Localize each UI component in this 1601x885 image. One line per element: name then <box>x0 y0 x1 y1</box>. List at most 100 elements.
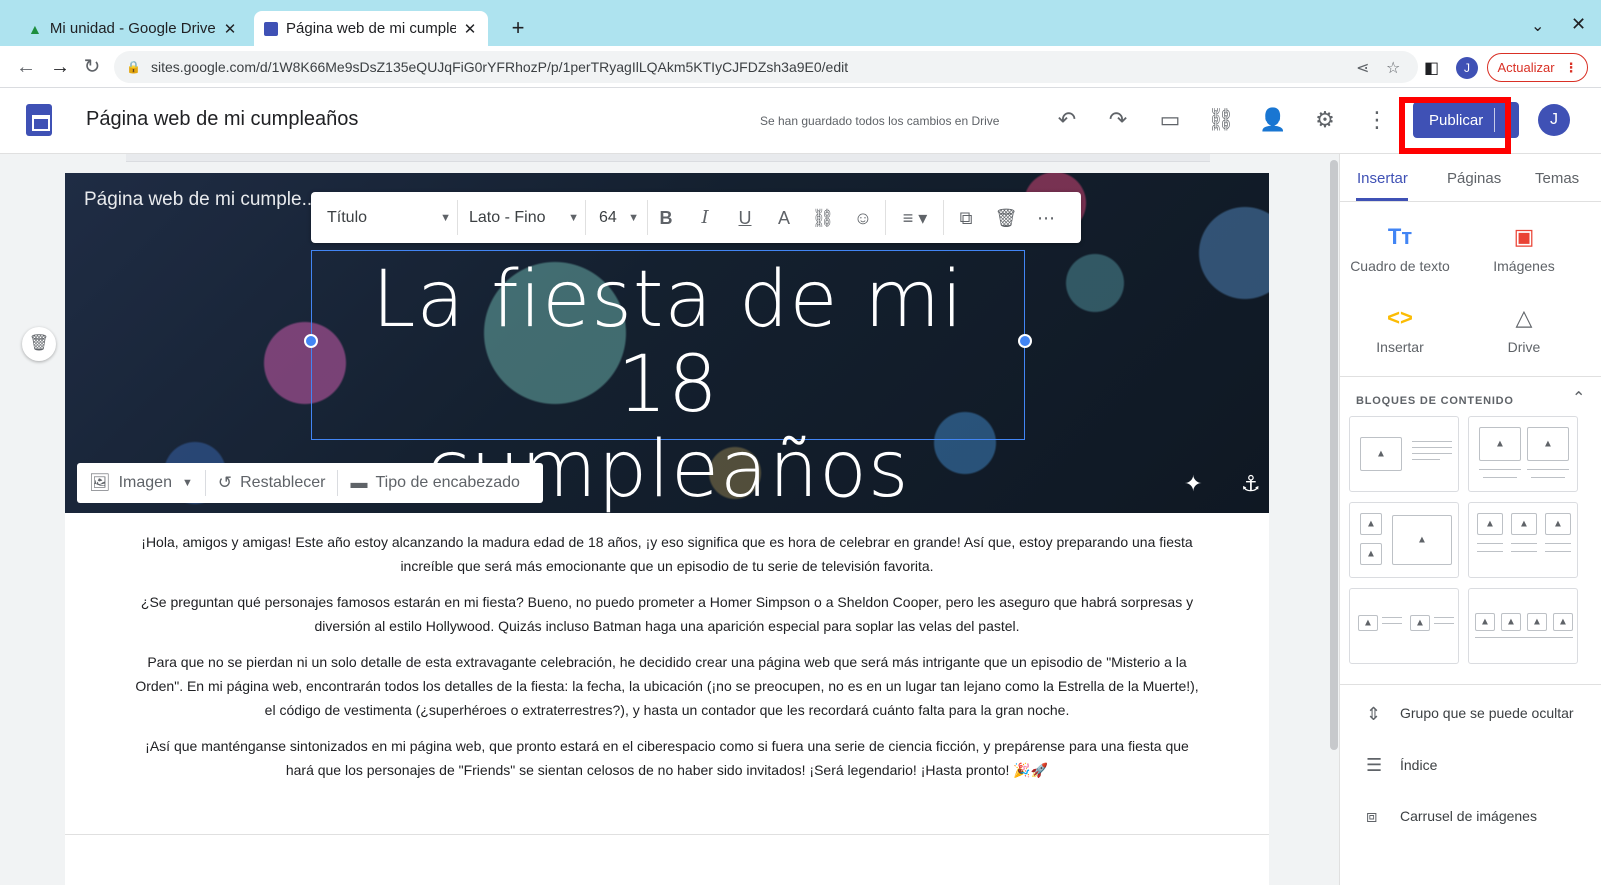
text-section[interactable]: ¡Hola, amigos y amigas! Este año estoy a… <box>65 530 1269 794</box>
placeholder-image-icon <box>1527 613 1547 631</box>
placeholder-line <box>1434 623 1454 624</box>
tab-themes[interactable]: Temas <box>1535 170 1579 187</box>
reset-label: Restablecer <box>240 474 326 491</box>
document-title[interactable]: Página web de mi cumpleaños <box>86 108 358 131</box>
placeholder-line <box>1434 617 1454 618</box>
font-size-dropdown[interactable]: 64 ▼ <box>599 192 639 243</box>
placeholder-image-icon <box>1360 543 1382 565</box>
insert-images[interactable]: ▣ Imágenes <box>1464 222 1584 274</box>
side-panel-icon[interactable]: ◧ <box>1424 58 1439 78</box>
back-icon[interactable]: ← <box>14 55 38 79</box>
text-color-icon[interactable]: A <box>771 205 797 231</box>
banner-title-line-1: La fiesta de mi 18 <box>372 255 964 430</box>
placeholder-line <box>1531 477 1565 478</box>
new-tab-icon[interactable]: + <box>506 16 530 40</box>
placeholder-line <box>1412 447 1452 448</box>
chevron-up-icon[interactable]: ⌃ <box>1572 388 1585 408</box>
content-block-three-images[interactable] <box>1468 502 1578 578</box>
sites-logo-icon[interactable] <box>26 104 52 136</box>
settings-icon[interactable]: ⚙ <box>1311 106 1339 134</box>
emoji-icon[interactable]: ☺ <box>850 205 876 231</box>
delete-section-icon[interactable]: 🗑 <box>22 327 56 361</box>
header-type-button[interactable]: ▬ Tipo de encabezado <box>338 463 531 503</box>
tab-insert[interactable]: Insertar <box>1357 170 1408 187</box>
content-block-two-images[interactable] <box>1468 416 1578 492</box>
link-icon[interactable]: ⛓ <box>810 205 836 231</box>
carousel-icon: ⧈ <box>1366 806 1378 826</box>
delete-icon[interactable]: 🗑 <box>993 205 1019 231</box>
insert-embed[interactable]: <> Insertar <box>1340 303 1460 355</box>
banner-title[interactable]: La fiesta de mi 18 cumpleaños <box>311 250 1025 513</box>
header-banner[interactable]: Página web de mi cumple... Título ▼ Lato… <box>65 173 1269 513</box>
more-horiz-icon[interactable]: ⋯ <box>1033 205 1059 231</box>
insert-drive[interactable]: △ Drive <box>1464 303 1584 355</box>
placeholder-image-icon <box>1553 613 1573 631</box>
image-dropdown[interactable]: 🖼 Imagen ▼ <box>77 463 205 503</box>
content-block-image-text[interactable] <box>1349 416 1459 492</box>
divider <box>1340 201 1601 202</box>
reset-button[interactable]: ↺ Restablecer <box>206 463 338 503</box>
collapsible-group-item[interactable]: Grupo que se puede ocultar <box>1400 704 1580 722</box>
redo-icon[interactable]: ↷ <box>1104 106 1132 134</box>
tab-google-drive[interactable]: ▲ Mi unidad - Google Drive ✕ <box>18 11 248 46</box>
close-window-icon[interactable]: ✕ <box>1571 14 1586 35</box>
image-carousel-item[interactable]: Carrusel de imágenes <box>1400 807 1537 825</box>
insert-text-box[interactable]: Tт Cuadro de texto <box>1340 222 1460 274</box>
browser-tab-bar: ▲ Mi unidad - Google Drive ✕ Página web … <box>0 0 1601 46</box>
italic-icon[interactable]: I <box>692 205 718 231</box>
placeholder-line <box>1412 459 1440 460</box>
align-center-icon[interactable]: ≡ ▾ <box>895 205 935 231</box>
tab-sites-page[interactable]: Página web de mi cumple ✕ <box>254 11 488 46</box>
star-icon[interactable]: ☆ <box>1386 58 1400 78</box>
undo-icon[interactable]: ↶ <box>1053 106 1081 134</box>
sites-icon <box>264 21 278 36</box>
tab-pages[interactable]: Páginas <box>1447 170 1501 187</box>
table-of-contents-item[interactable]: Índice <box>1400 756 1437 774</box>
style-dropdown[interactable]: Título ▼ <box>327 192 451 243</box>
content-block-image-text-pairs[interactable] <box>1349 588 1459 664</box>
font-value: Lato - Fino <box>469 208 546 226</box>
browser-toolbar: ← → ↻ 🔒 sites.google.com/d/1W8K66Me9sDsZ… <box>0 46 1601 88</box>
image-label: Imagen <box>118 474 172 491</box>
reset-icon: ↺ <box>217 473 233 492</box>
site-name[interactable]: Página web de mi cumple... <box>84 189 317 211</box>
image-icon: 🖼 <box>89 473 111 492</box>
copy-icon[interactable]: ⧉ <box>953 205 979 231</box>
update-button[interactable]: Actualizar ⋮ <box>1487 53 1588 82</box>
placeholder-line <box>1382 617 1402 618</box>
sparkle-icon[interactable]: ✦ <box>1184 471 1202 497</box>
placeholder-image-icon <box>1477 513 1503 535</box>
embed-icon: <> <box>1387 305 1413 330</box>
placeholder-image-icon <box>1358 615 1378 631</box>
account-avatar[interactable]: J <box>1538 104 1570 136</box>
link-icon[interactable]: ⛓ <box>1207 106 1235 134</box>
close-icon[interactable]: ✕ <box>222 20 238 38</box>
content-block-collage[interactable] <box>1349 502 1459 578</box>
placeholder-image-icon <box>1501 613 1521 631</box>
placeholder-image-icon <box>1545 513 1571 535</box>
placeholder-line <box>1527 469 1569 470</box>
bold-icon[interactable]: B <box>653 205 679 231</box>
underline-icon[interactable]: U <box>732 205 758 231</box>
content-block-four-images[interactable] <box>1468 588 1578 664</box>
placeholder-line <box>1477 551 1503 552</box>
chevron-down-icon[interactable]: ⌄ <box>1531 16 1544 36</box>
placeholder-image-icon <box>1479 427 1521 461</box>
share-icon[interactable]: ⋖ <box>1356 58 1369 78</box>
paragraph: ¡Hola, amigos y amigas! Este año estoy a… <box>141 534 1193 574</box>
tab-title: Mi unidad - Google Drive <box>49 20 216 37</box>
add-person-icon[interactable]: 👤 <box>1259 106 1287 134</box>
font-dropdown[interactable]: Lato - Fino ▼ <box>469 192 579 243</box>
preview-devices-icon[interactable]: ▭ <box>1156 106 1184 134</box>
canvas-scrollbar[interactable] <box>1330 160 1338 750</box>
close-icon[interactable]: ✕ <box>462 20 478 38</box>
insert-embed-label: Insertar <box>1376 339 1424 355</box>
profile-avatar[interactable]: J <box>1456 57 1478 79</box>
more-vert-icon[interactable]: ⋮ <box>1363 106 1391 134</box>
anchor-icon[interactable]: ⚓ <box>1241 471 1261 497</box>
forward-icon[interactable]: → <box>48 55 72 79</box>
reload-icon[interactable]: ↻ <box>80 55 104 79</box>
address-bar[interactable]: 🔒 sites.google.com/d/1W8K66Me9sDsZ135eQU… <box>114 51 1418 83</box>
image-icon: ▣ <box>1513 224 1535 249</box>
style-value: Título <box>327 208 368 226</box>
